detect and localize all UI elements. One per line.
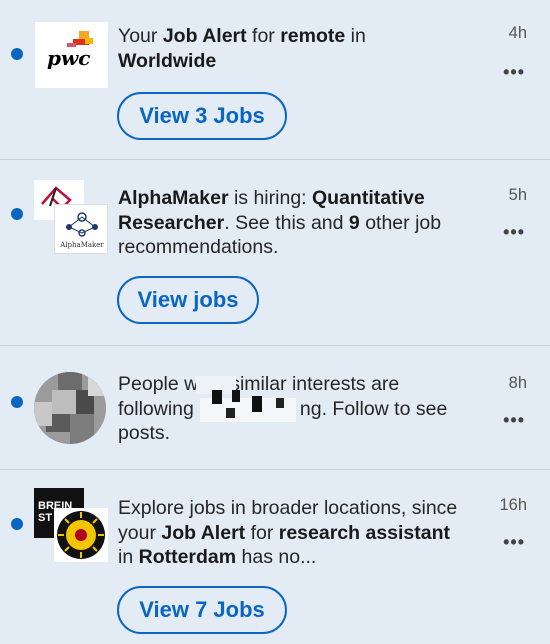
text-fragment: is hiring: [228, 187, 312, 209]
text-fragment: remote [280, 25, 346, 47]
text-fragment: following [118, 397, 194, 420]
notification-text[interactable]: Explore jobs in broader locations, since… [118, 496, 463, 570]
timestamp: 8h [508, 374, 527, 392]
censored-block [276, 398, 284, 408]
text-fragment: posts. [118, 422, 171, 444]
more-options-icon[interactable]: ••• [503, 411, 525, 429]
censored-block [252, 396, 262, 412]
text-fragment: ng. Follow to see [299, 397, 448, 420]
text-fragment: in [118, 546, 139, 568]
text-fragment: for [245, 521, 279, 544]
unread-dot-icon [11, 208, 23, 220]
notification-card[interactable]: pwc Your Job Alert for remote in Worldwi… [0, 0, 550, 160]
university-seal [54, 508, 108, 562]
unread-dot-icon [11, 518, 23, 530]
text-fragment: for [246, 25, 281, 47]
avatar[interactable] [34, 372, 106, 444]
text-fragment: Job Alert [162, 25, 247, 47]
text-fragment: in [345, 25, 366, 47]
censored-block [226, 408, 235, 418]
more-options-icon[interactable]: ••• [503, 63, 525, 81]
notification-text[interactable]: Your Job Alert for remote in Worldwide [118, 24, 418, 73]
text-fragment: Rotterdam [138, 546, 237, 568]
notification-card[interactable]: BREIN ST Explore jobs in broader locatio… [0, 470, 550, 644]
text-fragment: research assistant [278, 521, 451, 544]
text-fragment: . See this and [224, 211, 349, 234]
text-fragment: Your [118, 25, 163, 47]
unread-dot-icon [11, 396, 23, 408]
network-icon [66, 212, 98, 237]
timestamp: 16h [499, 496, 527, 514]
text-fragment: has no... [236, 546, 317, 568]
notification-text[interactable]: People w similar interests are following n… [118, 372, 488, 446]
text-fragment: Worldwide [118, 49, 217, 72]
timestamp: 5h [508, 186, 527, 204]
view-jobs-button[interactable]: View 7 Jobs [117, 586, 287, 634]
alphamaker-caption: AlphaMaker [60, 241, 104, 249]
pwc-logo-text: pwc [47, 46, 91, 70]
text-fragment: Job Alert [161, 521, 246, 544]
text-fragment: People w [118, 373, 199, 395]
notification-text[interactable]: AlphaMaker is hiring: Quantitative Resea… [118, 186, 478, 260]
pwc-logo[interactable]: pwc [35, 22, 108, 88]
seal-icon [57, 511, 105, 559]
more-options-icon[interactable]: ••• [503, 533, 525, 551]
text-fragment: 9 [348, 211, 360, 234]
unread-dot-icon [11, 48, 23, 60]
notification-card[interactable]: People w similar interests are following n… [0, 346, 550, 470]
pixelated-photo-icon [34, 372, 106, 444]
alphamaker-secondary-logo: AlphaMaker [54, 204, 108, 254]
censored-block [212, 390, 222, 404]
text-fragment: similar interests are [230, 373, 400, 395]
censored-block [232, 390, 240, 402]
notifications-feed: pwc Your Job Alert for remote in Worldwi… [0, 0, 550, 644]
timestamp: 4h [508, 24, 527, 42]
view-jobs-button[interactable]: View jobs [117, 276, 259, 324]
notification-card[interactable]: AlphaMaker AlphaMaker is hiring: Quantit… [0, 160, 550, 346]
text-fragment: AlphaMaker [118, 187, 229, 209]
more-options-icon[interactable]: ••• [503, 223, 525, 241]
view-jobs-button[interactable]: View 3 Jobs [117, 92, 287, 140]
